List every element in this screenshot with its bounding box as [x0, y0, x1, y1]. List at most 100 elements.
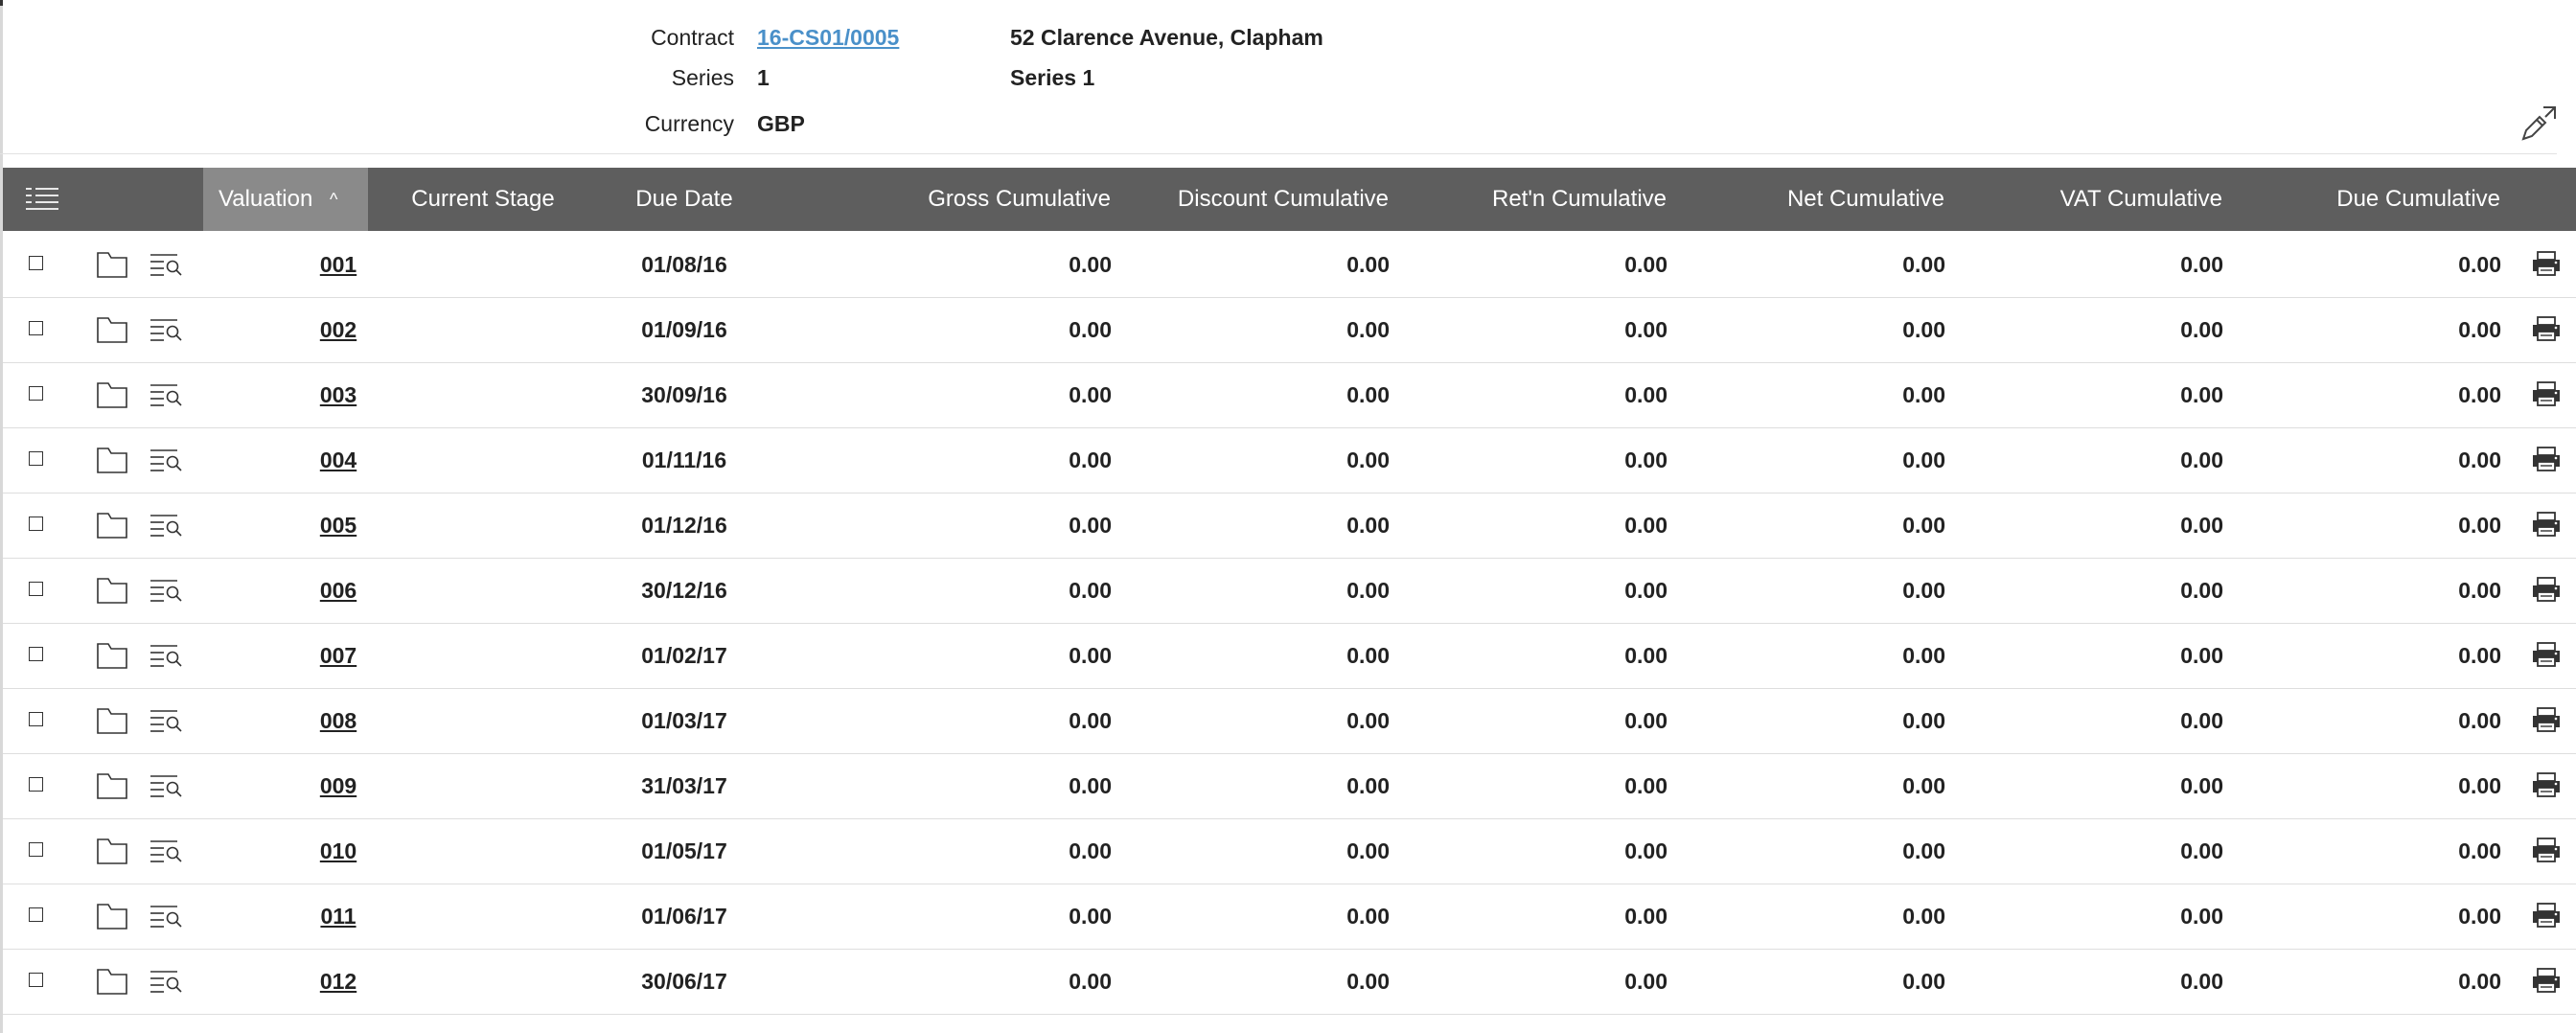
folder-icon[interactable] [96, 315, 128, 344]
due-date-cell: 01/12/16 [641, 513, 727, 538]
net-cumulative-cell: 0.00 [1902, 969, 1945, 994]
column-header-due[interactable]: Due Cumulative [2222, 168, 2500, 231]
row-checkbox[interactable] [29, 973, 43, 987]
search-list-icon[interactable] [149, 317, 183, 342]
search-list-icon[interactable] [149, 904, 183, 929]
folder-icon[interactable] [96, 837, 128, 865]
net-cumulative-cell: 0.00 [1902, 643, 1945, 668]
folder-icon[interactable] [96, 902, 128, 930]
retn-cumulative-cell: 0.00 [1624, 643, 1668, 668]
retn-cumulative-cell: 0.00 [1624, 317, 1668, 342]
search-list-icon[interactable] [149, 382, 183, 407]
search-list-icon[interactable] [149, 969, 183, 994]
discount-cumulative-cell: 0.00 [1346, 513, 1390, 538]
search-list-icon[interactable] [149, 838, 183, 863]
printer-icon[interactable] [2530, 706, 2563, 733]
printer-icon[interactable] [2530, 511, 2563, 538]
net-cumulative-cell: 0.00 [1902, 448, 1945, 472]
due-date-cell: 01/02/17 [641, 643, 727, 668]
due-date-cell: 01/06/17 [641, 904, 727, 929]
folder-icon[interactable] [96, 706, 128, 735]
table-row: 012 30/06/17 0.00 0.00 0.00 0.00 0.00 0.… [3, 949, 2576, 1015]
table-row: 002 01/09/16 0.00 0.00 0.00 0.00 0.00 0.… [3, 297, 2576, 363]
search-list-icon[interactable] [149, 513, 183, 538]
pencil-expand-icon[interactable] [2518, 103, 2559, 144]
table-row: 009 31/03/17 0.00 0.00 0.00 0.00 0.00 0.… [3, 753, 2576, 819]
folder-icon[interactable] [96, 250, 128, 279]
discount-cumulative-cell: 0.00 [1346, 382, 1390, 407]
discount-cumulative-cell: 0.00 [1346, 969, 1390, 994]
row-checkbox[interactable] [29, 777, 43, 792]
discount-cumulative-cell: 0.00 [1346, 904, 1390, 929]
contract-link[interactable]: 16-CS01/0005 [757, 25, 899, 51]
current-stage-cell [368, 688, 598, 753]
row-checkbox[interactable] [29, 386, 43, 401]
folder-icon[interactable] [96, 511, 128, 539]
net-cumulative-cell: 0.00 [1902, 513, 1945, 538]
current-stage-cell [368, 753, 598, 818]
due-date-cell: 30/06/17 [641, 969, 727, 994]
folder-icon[interactable] [96, 446, 128, 474]
row-checkbox[interactable] [29, 582, 43, 596]
gross-cumulative-cell: 0.00 [1069, 578, 1112, 603]
current-stage-cell [368, 297, 598, 362]
gross-cumulative-cell: 0.00 [1069, 643, 1112, 668]
printer-icon[interactable] [2530, 250, 2563, 277]
printer-icon[interactable] [2530, 902, 2563, 929]
retn-cumulative-cell: 0.00 [1624, 578, 1668, 603]
due-cumulative-cell: 0.00 [2458, 578, 2501, 603]
folder-icon[interactable] [96, 967, 128, 996]
printer-icon[interactable] [2530, 837, 2563, 863]
search-list-icon[interactable] [149, 578, 183, 603]
column-header-vat[interactable]: VAT Cumulative [1944, 168, 2222, 231]
current-stage-cell [368, 949, 598, 1014]
folder-icon[interactable] [96, 771, 128, 800]
search-list-icon[interactable] [149, 448, 183, 472]
printer-icon[interactable] [2530, 446, 2563, 472]
column-header-due-date[interactable]: Due Date [598, 168, 770, 231]
vat-cumulative-cell: 0.00 [2180, 448, 2223, 472]
list-menu-icon[interactable] [24, 185, 60, 214]
folder-icon[interactable] [96, 576, 128, 605]
due-cumulative-cell: 0.00 [2458, 252, 2501, 277]
net-cumulative-cell: 0.00 [1902, 382, 1945, 407]
printer-icon[interactable] [2530, 967, 2563, 994]
row-checkbox[interactable] [29, 647, 43, 661]
column-header-net[interactable]: Net Cumulative [1667, 168, 1944, 231]
due-cumulative-cell: 0.00 [2458, 448, 2501, 472]
row-checkbox[interactable] [29, 451, 43, 466]
column-header-gross[interactable]: Gross Cumulative [818, 168, 1111, 231]
search-list-icon[interactable] [149, 773, 183, 798]
printer-icon[interactable] [2530, 771, 2563, 798]
printer-icon[interactable] [2530, 641, 2563, 668]
row-checkbox[interactable] [29, 321, 43, 335]
due-cumulative-cell: 0.00 [2458, 317, 2501, 342]
net-cumulative-cell: 0.00 [1902, 773, 1945, 798]
printer-icon[interactable] [2530, 315, 2563, 342]
folder-icon[interactable] [96, 380, 128, 409]
series-label: Series [671, 65, 734, 90]
row-checkbox[interactable] [29, 712, 43, 726]
table-row: 001 01/08/16 0.00 0.00 0.00 0.00 0.00 0.… [3, 232, 2576, 298]
gross-cumulative-cell: 0.00 [1069, 969, 1112, 994]
column-header-current-stage[interactable]: Current Stage [368, 168, 598, 231]
due-date-cell: 31/03/17 [641, 773, 727, 798]
column-header-retn[interactable]: Ret'n Cumulative [1389, 168, 1667, 231]
search-list-icon[interactable] [149, 708, 183, 733]
row-checkbox[interactable] [29, 907, 43, 922]
due-date-cell: 01/03/17 [641, 708, 727, 733]
table-row: 003 30/09/16 0.00 0.00 0.00 0.00 0.00 0.… [3, 362, 2576, 428]
column-header-discount[interactable]: Discount Cumulative [1111, 168, 1389, 231]
row-checkbox[interactable] [29, 516, 43, 531]
gross-cumulative-cell: 0.00 [1069, 448, 1112, 472]
contract-info-panel: Contract 16-CS01/0005 52 Clarence Avenue… [0, 0, 2576, 155]
currency-value: GBP [757, 111, 805, 136]
printer-icon[interactable] [2530, 380, 2563, 407]
search-list-icon[interactable] [149, 643, 183, 668]
row-checkbox[interactable] [29, 842, 43, 857]
column-header-valuation[interactable]: Valuation ^ [203, 168, 368, 231]
printer-icon[interactable] [2530, 576, 2563, 603]
row-checkbox[interactable] [29, 256, 43, 270]
search-list-icon[interactable] [149, 252, 183, 277]
folder-icon[interactable] [96, 641, 128, 670]
